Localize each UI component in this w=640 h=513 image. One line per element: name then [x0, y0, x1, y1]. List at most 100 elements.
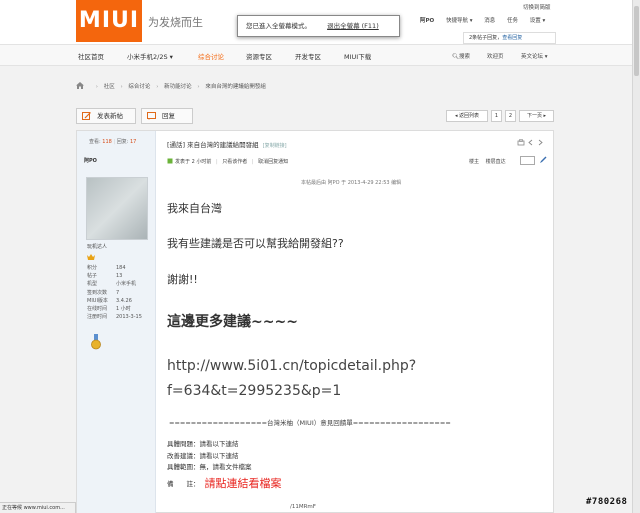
next-thread-icon[interactable] [538, 139, 543, 146]
search-icon: 🔍︎ [452, 54, 459, 60]
username-link[interactable]: 阿PO [420, 18, 434, 24]
nav-item-home[interactable]: 社区首页 [78, 51, 104, 61]
views-count: 118 [102, 139, 112, 145]
page-1-button[interactable]: 1 [491, 110, 502, 122]
post-stats: 查看: 118 | 回复: 17 [89, 139, 137, 145]
nav-item-resources[interactable]: 资源专区 [246, 51, 272, 61]
breadcrumb: › 社区 › 综合讨论 › 新功能讨论 › 來自台灣的建議給開發組 [76, 82, 266, 90]
floor-info: 楼主 楼层直达 [469, 158, 506, 165]
back-to-list-button[interactable]: ◂ 返回列表 [446, 110, 488, 122]
feedback-list: 具體問題：請看以下連結 改善建議：請看以下連結 具體範圍：無，請看文件檔案 [167, 438, 252, 473]
note-label: 備 註： [167, 480, 200, 488]
title-tag: [通話] [167, 141, 186, 149]
reply-button[interactable]: 回复 [141, 108, 193, 124]
jump-floor-input[interactable] [520, 156, 535, 165]
page-2-button[interactable]: 2 [505, 110, 516, 122]
post-content: [通話] 來自台灣的建議給開發組 [复制链接] 发表于 2 小时前 | 只看该作… [157, 131, 555, 513]
reply-icon [147, 112, 156, 120]
medal-icon[interactable] [91, 334, 101, 350]
fullscreen-tip-text: 您已進入全螢幕模式。 [246, 22, 311, 30]
post-heading: 這邊更多建議~~~~ [167, 314, 298, 330]
breadcrumb-separator: › [95, 84, 98, 90]
author-sidebar: 查看: 118 | 回复: 17 阿PO 玩机达人 积分 184 帖子 13 机型小… [77, 131, 156, 513]
image-id-watermark: #780268 [586, 497, 628, 507]
tasks-link[interactable]: 任务 [507, 18, 518, 24]
fullscreen-tip: 您已進入全螢幕模式。 退出全螢幕 (F11) [237, 15, 400, 37]
post-line: 我有些建議是否可以幫我給開發組?? [167, 237, 344, 250]
post-url-line[interactable]: http://www.5i01.cn/topicdetail.php? [167, 358, 416, 374]
user-bar: 阿PO 快捷导航 ▾ 消息 任务 设置 ▾ [420, 16, 555, 26]
breadcrumb-item[interactable]: 社区 [104, 84, 115, 90]
breadcrumb-item[interactable]: 新功能讨论 [164, 84, 192, 90]
cancel-notify-link[interactable]: 取消回复通知 [258, 159, 288, 165]
list-item: 具體問題：請看以下連結 [167, 440, 239, 448]
post-line: 我來自台灣 [167, 202, 222, 215]
notice-text: 2条帖子回复， [469, 35, 503, 41]
simple-version-link[interactable]: 切换到简版 [523, 3, 551, 11]
prev-thread-icon[interactable] [528, 139, 533, 146]
breadcrumb-separator: › [120, 84, 123, 90]
status-bar: 正在等候 www.miui.com... [0, 502, 76, 513]
info-row: MIUI版本 3.4.26 [87, 297, 132, 304]
list-item: 改善建議：請看以下連結 [167, 451, 239, 460]
title-tools [517, 139, 543, 146]
info-row: 帖子 13 [87, 273, 123, 280]
author-name[interactable]: 阿PO [84, 157, 97, 164]
edit-icon [82, 112, 91, 120]
welcome-link[interactable]: 欢迎页 [487, 52, 504, 60]
list-item: 具體範圍：無，請看文件檔案 [167, 463, 252, 471]
english-forum-link[interactable]: 英文论坛 ▾ [521, 52, 548, 60]
info-row: 积分 184 [87, 265, 126, 271]
user-rank: 玩机达人 [87, 244, 108, 250]
breadcrumb-separator: › [156, 84, 159, 90]
crown-icon [87, 254, 95, 260]
author-info: 积分 184 帖子 13 机型 小米手机 签到次数 7 MIUI版本 3.4.26 在线时… [87, 264, 142, 321]
jump-floor-label: 楼层直达 [485, 159, 506, 165]
slogan: 为发烧而生 [148, 16, 203, 29]
nav-item-general[interactable]: 综合讨论 [198, 51, 224, 61]
pencil-icon[interactable] [539, 156, 547, 164]
post-line: 謝謝!! [167, 273, 198, 286]
copy-link[interactable]: [复制链接] [263, 143, 287, 149]
feedback-divider: ==================台灣米柚（MIUI）意見回饋單=======… [169, 419, 451, 427]
title-text: 來自台灣的建議給開發組 [187, 141, 259, 149]
vertical-scrollbar[interactable] [632, 0, 640, 513]
post-card: 查看: 118 | 回复: 17 阿PO 玩机达人 积分 184 帖子 13 机型小… [76, 130, 554, 513]
online-status-icon [167, 158, 173, 164]
floor-label: 楼主 [469, 159, 480, 165]
attachment-link[interactable]: 請點連結看檔案 [205, 477, 282, 490]
url-fragment[interactable]: /11MRmF [290, 504, 316, 510]
info-row: 在线时间 1 小时 [87, 305, 131, 312]
home-icon[interactable] [76, 82, 84, 89]
publish-time: 发表于 2 小时前 [175, 159, 212, 165]
nav-item-dev[interactable]: 开发专区 [295, 51, 321, 61]
nav-item-phone[interactable]: 小米手机2/2S ▾ [127, 51, 173, 61]
new-post-button[interactable]: 发表新帖 [76, 108, 136, 124]
edit-note: 本帖最后由 阿PO 于 2013-4-29 22:53 编辑 [301, 180, 402, 186]
view-replies-link[interactable]: 查看回复 [502, 35, 522, 41]
post-title: [通話] 來自台灣的建議給開發組 [复制链接] [167, 139, 287, 149]
avatar[interactable] [86, 177, 148, 240]
quick-nav-menu[interactable]: 快捷导航 ▾ [446, 18, 473, 24]
post-url-line[interactable]: f=634&t=2995235&p=1 [167, 383, 341, 399]
only-author-link[interactable]: 只看该作者 [222, 159, 247, 165]
browser-page: MIUI 为发烧而生 切换到简版 阿PO 快捷导航 ▾ 消息 任务 设置 ▾ 2… [0, 0, 640, 513]
search-link[interactable]: 🔍︎搜索 [452, 52, 470, 60]
breadcrumb-separator: › [197, 84, 200, 90]
messages-link[interactable]: 消息 [484, 18, 495, 24]
exit-fullscreen-link[interactable]: 退出全螢幕 (F11) [327, 22, 379, 30]
miui-logo[interactable]: MIUI [76, 0, 142, 42]
settings-menu[interactable]: 设置 ▾ [530, 18, 546, 24]
print-icon[interactable] [517, 139, 525, 146]
scrollbar-thumb[interactable] [634, 6, 639, 76]
reply-notice: 2条帖子回复，查看回复 [463, 32, 556, 44]
next-page-button[interactable]: 下一页 ▸ [519, 110, 554, 122]
nav-item-download[interactable]: MIUI下载 [344, 51, 371, 61]
info-row: 注册时间 2013-3-15 [87, 314, 142, 321]
note-row: 備 註： 請點連結看檔案 [167, 475, 282, 491]
post-meta: 发表于 2 小时前 | 只看该作者 | 取消回复通知 [167, 158, 288, 165]
breadcrumb-item[interactable]: 综合讨论 [128, 84, 150, 90]
info-row: 机型 小米手机 [87, 281, 137, 288]
main-nav: 社区首页 小米手机2/2S ▾ 综合讨论 资源专区 开发专区 MIUI下载 🔍︎… [0, 44, 640, 66]
breadcrumb-current[interactable]: 來自台灣的建議給開發組 [205, 84, 266, 90]
